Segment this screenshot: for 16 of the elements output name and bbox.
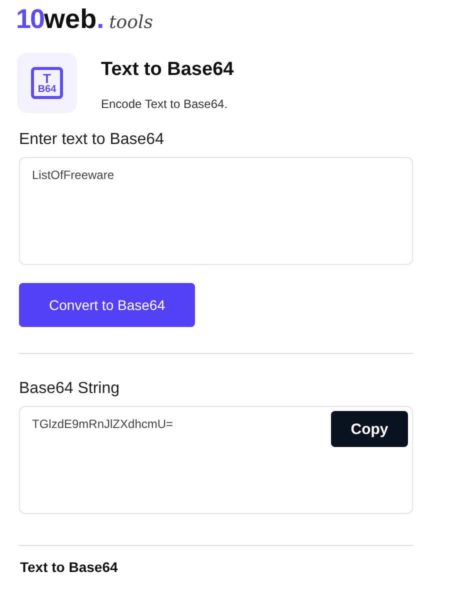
section-heading: Text to Base64 (20, 559, 119, 575)
logo-dot: . (96, 4, 104, 35)
site-logo[interactable]: 10web. tools (16, 4, 153, 35)
output-value: TGlzdE9mRnJlZXdhcmU= (32, 417, 174, 431)
logo-word: web (44, 4, 97, 35)
tool-title: Text to Base64 (101, 59, 234, 81)
input-label: Enter text to Base64 (19, 131, 165, 149)
logo-suffix: tools (109, 12, 153, 33)
copy-button[interactable]: Copy (331, 411, 408, 447)
output-label: Base64 String (19, 380, 121, 398)
tool-subtitle: Encode Text to Base64. (101, 97, 229, 111)
text-input-field[interactable]: ListOfFreeware (19, 157, 413, 265)
convert-button[interactable]: Convert to Base64 (19, 283, 195, 327)
output-field[interactable]: TGlzdE9mRnJlZXdhcmU= Copy (19, 406, 413, 514)
logo-number: 10 (16, 4, 44, 35)
base64-icon: T B64 (31, 67, 63, 99)
